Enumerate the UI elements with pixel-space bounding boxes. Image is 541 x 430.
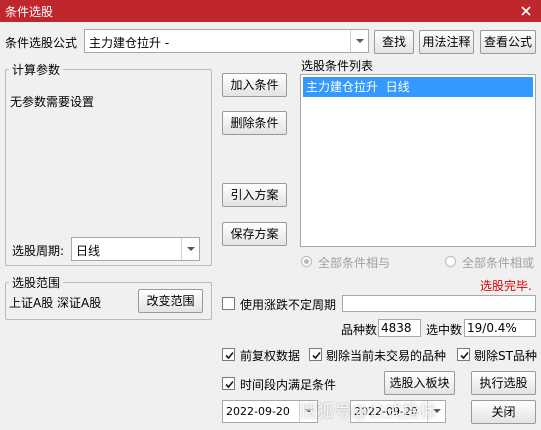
exclude-untraded-label: 剔除当前未交易的品种 bbox=[326, 349, 447, 363]
selected-box: 19/0.4% bbox=[464, 319, 536, 337]
all-or-radio[interactable] bbox=[445, 256, 456, 267]
period-combobox[interactable]: 日线 bbox=[71, 237, 200, 261]
formula-combobox[interactable]: 主力建仓拉升 - bbox=[84, 29, 369, 53]
list-item[interactable]: 主力建仓拉升 日线 bbox=[303, 77, 533, 97]
period-dropdown-button[interactable] bbox=[181, 238, 199, 260]
params-title: 计算参数 bbox=[9, 61, 64, 78]
count-value: 4838 bbox=[381, 321, 412, 335]
formula-dropdown-button[interactable] bbox=[350, 30, 368, 52]
forward-adjust-label: 前复权数据 bbox=[240, 349, 301, 363]
usage-notes-button[interactable]: 用法注释 bbox=[419, 30, 474, 54]
formula-value: 主力建仓拉升 - bbox=[89, 36, 170, 50]
exclude-st-label: 剔除ST品种 bbox=[474, 349, 537, 363]
selected-label: 选中数 bbox=[426, 323, 463, 337]
range-value: 上证A股 深证A股 bbox=[9, 296, 102, 310]
window-title: 条件选股 bbox=[5, 5, 54, 19]
view-formula-button[interactable]: 查看公式 bbox=[480, 30, 536, 54]
title-bar: 条件选股 bbox=[0, 0, 541, 22]
add-condition-button[interactable]: 加入条件 bbox=[222, 73, 287, 97]
time-range-label: 时间段内满足条件 bbox=[240, 378, 337, 392]
condition-item-text: 主力建仓拉升 日线 bbox=[306, 80, 410, 94]
forward-adjust-checkbox[interactable] bbox=[222, 348, 235, 361]
period-value: 日线 bbox=[76, 244, 101, 258]
to-block-button[interactable]: 选股入板块 bbox=[384, 371, 455, 395]
watermark: 搜狐号@公式指标 bbox=[300, 402, 436, 422]
formula-label: 条件选股公式 bbox=[5, 36, 78, 50]
exclude-st-checkbox[interactable] bbox=[457, 348, 470, 361]
count-label: 品种数 bbox=[341, 323, 378, 337]
count-box: 4838 bbox=[378, 319, 421, 337]
checkmark-icon bbox=[312, 351, 321, 360]
delete-condition-button[interactable]: 删除条件 bbox=[222, 111, 287, 135]
close-icon bbox=[521, 6, 531, 16]
execute-button[interactable]: 执行选股 bbox=[471, 371, 536, 395]
period-input[interactable] bbox=[342, 295, 536, 312]
checkmark-icon bbox=[460, 351, 469, 360]
period-label: 选股周期: bbox=[12, 244, 65, 258]
all-and-label: 全部条件相与 bbox=[318, 256, 391, 270]
range-title: 选股范围 bbox=[9, 274, 64, 291]
close-window-button[interactable] bbox=[511, 0, 541, 22]
conditions-list[interactable]: 主力建仓拉升 日线 bbox=[300, 74, 536, 247]
all-and-radio[interactable] bbox=[301, 256, 312, 267]
selected-value: 19/0.4% bbox=[467, 321, 517, 335]
radio-dot bbox=[304, 259, 309, 264]
change-range-button[interactable]: 改变范围 bbox=[138, 289, 203, 313]
checkmark-icon bbox=[225, 351, 234, 360]
find-button[interactable]: 查找 bbox=[374, 30, 414, 54]
status-text: 选股完毕. bbox=[480, 279, 532, 293]
params-note: 无参数需要设置 bbox=[10, 95, 95, 109]
chevron-down-icon bbox=[187, 247, 195, 251]
checkmark-icon bbox=[225, 380, 234, 389]
close-button[interactable]: 关闭 bbox=[471, 400, 536, 424]
exclude-untraded-checkbox[interactable] bbox=[309, 348, 322, 361]
start-date-value: 2022-09-20 bbox=[226, 405, 290, 418]
import-plan-button[interactable]: 引入方案 bbox=[222, 183, 287, 207]
use-period-checkbox[interactable] bbox=[222, 297, 235, 310]
conditions-title: 选股条件列表 bbox=[301, 59, 374, 73]
use-period-label: 使用涨跌不定周期 bbox=[240, 298, 337, 312]
chevron-down-icon bbox=[356, 39, 364, 43]
save-plan-button[interactable]: 保存方案 bbox=[222, 222, 287, 246]
all-or-label: 全部条件相或 bbox=[462, 256, 535, 270]
time-range-checkbox[interactable] bbox=[222, 377, 235, 390]
